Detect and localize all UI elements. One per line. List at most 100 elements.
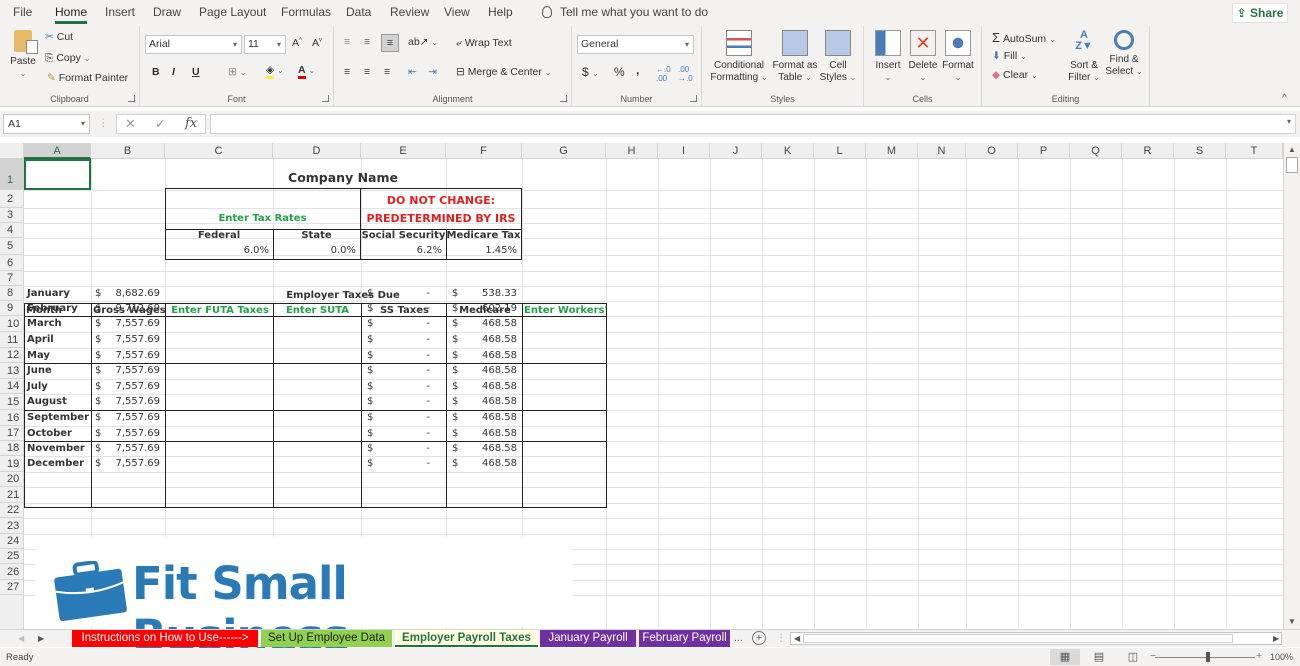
row-header-9[interactable]: 9 xyxy=(0,301,24,316)
ss-taxes-cell[interactable]: - xyxy=(380,287,430,301)
tab-view[interactable]: View xyxy=(444,5,470,19)
currency-symbol[interactable]: $ xyxy=(452,457,462,471)
number-format-select[interactable]: General ▾ xyxy=(577,35,694,54)
italic-button[interactable]: I xyxy=(172,66,175,78)
currency-symbol[interactable]: $ xyxy=(452,333,462,347)
grow-font-button[interactable]: A^ xyxy=(292,37,302,49)
gross-wages-cell[interactable]: 7,557.69 xyxy=(105,364,160,378)
ss-taxes-cell[interactable]: - xyxy=(380,395,430,409)
name-box[interactable]: A1 ▾ xyxy=(3,114,90,134)
column-header-n[interactable]: N xyxy=(918,143,966,159)
row-header-16[interactable]: 16 xyxy=(0,410,24,426)
column-header-b[interactable]: B xyxy=(91,143,165,159)
currency-symbol[interactable]: $ xyxy=(367,395,377,409)
currency-symbol[interactable]: $ xyxy=(367,317,377,331)
sheet-tab-january-payroll[interactable]: January Payroll xyxy=(540,630,636,647)
select-all-corner[interactable] xyxy=(0,143,24,159)
more-sheets-button[interactable]: ... xyxy=(734,632,743,644)
row-header-13[interactable]: 13 xyxy=(0,363,24,379)
currency-symbol[interactable]: $ xyxy=(95,395,105,409)
currency-symbol[interactable]: $ xyxy=(95,380,105,394)
page-layout-view-icon[interactable]: ▤ xyxy=(1084,649,1114,665)
fill-button[interactable]: ⬇ Fill ⌄ xyxy=(992,50,1027,62)
currency-symbol[interactable]: $ xyxy=(95,302,105,316)
horizontal-scroll-thumb[interactable] xyxy=(803,634,1233,643)
row-header-3[interactable]: 3 xyxy=(0,208,24,223)
currency-button[interactable]: $ ⌄ xyxy=(582,65,599,79)
column-header-g[interactable]: G xyxy=(522,143,606,159)
medicare-cell[interactable]: 468.58 xyxy=(462,349,517,363)
row-header-17[interactable]: 17 xyxy=(0,426,24,441)
borders-button[interactable]: ⊞ ⌄ xyxy=(228,66,246,78)
tab-home[interactable]: Home xyxy=(55,5,88,24)
currency-symbol[interactable]: $ xyxy=(367,427,377,441)
currency-symbol[interactable]: $ xyxy=(367,333,377,347)
do-not-change-label[interactable]: DO NOT CHANGE: xyxy=(361,194,521,208)
font-name-select[interactable]: Arial ▾ xyxy=(145,35,242,54)
font-color-button[interactable]: A ⌄ xyxy=(298,64,315,79)
column-header-t[interactable]: T xyxy=(1226,143,1283,159)
currency-symbol[interactable]: $ xyxy=(367,364,377,378)
currency-symbol[interactable]: $ xyxy=(367,302,377,316)
column-header-q[interactable]: Q xyxy=(1070,143,1122,159)
predetermined-label[interactable]: PREDETERMINED BY IRS xyxy=(361,212,521,226)
sheet-tab-february-payroll[interactable]: February Payroll xyxy=(639,630,730,647)
tab-page-layout[interactable]: Page Layout xyxy=(199,5,266,19)
orientation-icon[interactable]: ab↗ ⌄ xyxy=(408,36,438,48)
row-header-7[interactable]: 7 xyxy=(0,271,24,286)
vertical-scroll-thumb[interactable] xyxy=(1286,157,1298,173)
middle-align-icon[interactable]: ≡ xyxy=(364,36,370,48)
currency-symbol[interactable]: $ xyxy=(95,442,105,456)
column-header-p[interactable]: P xyxy=(1018,143,1070,159)
currency-symbol[interactable]: $ xyxy=(367,442,377,456)
column-header-c[interactable]: C xyxy=(165,143,273,159)
tab-file[interactable]: File xyxy=(13,5,32,19)
currency-symbol[interactable]: $ xyxy=(367,349,377,363)
font-launcher[interactable] xyxy=(322,95,329,102)
gross-wages-cell[interactable]: 7,557.69 xyxy=(105,442,160,456)
medicare-cell[interactable]: 468.58 xyxy=(462,395,517,409)
shrink-font-button[interactable]: Av xyxy=(312,37,322,49)
month-cell[interactable]: January xyxy=(27,287,89,301)
number-launcher[interactable] xyxy=(690,95,697,102)
gross-wages-cell[interactable]: 7,557.69 xyxy=(105,317,160,331)
insert-cells-button[interactable]: Insert ⌄ xyxy=(872,30,904,84)
bottom-align-icon[interactable]: ≡ xyxy=(381,34,399,52)
gross-wages-cell[interactable]: 7,557.69 xyxy=(105,427,160,441)
currency-symbol[interactable]: $ xyxy=(367,411,377,425)
sheet-tab-set-up-employee-data[interactable]: Set Up Employee Data xyxy=(261,630,392,647)
conditional-formatting-button[interactable]: Conditional Formatting ⌄ xyxy=(707,30,771,84)
rate-value[interactable]: 0.0% xyxy=(273,244,356,258)
tab-insert[interactable]: Insert xyxy=(105,5,135,19)
tab-review[interactable]: Review xyxy=(390,5,429,19)
row-header-10[interactable]: 10 xyxy=(0,316,24,332)
month-cell[interactable]: October xyxy=(27,427,89,441)
row-header-19[interactable]: 19 xyxy=(0,456,24,472)
alignment-launcher[interactable] xyxy=(560,95,567,102)
row-header-23[interactable]: 23 xyxy=(0,518,24,534)
row-header-12[interactable]: 12 xyxy=(0,348,24,363)
ss-taxes-cell[interactable]: - xyxy=(380,457,430,471)
gross-wages-cell[interactable]: 9,712.69 xyxy=(105,302,160,316)
find-select-button[interactable]: Find & Select ⌄ xyxy=(1104,30,1144,78)
row-header-26[interactable]: 26 xyxy=(0,564,24,580)
column-header-o[interactable]: O xyxy=(966,143,1018,159)
cancel-icon[interactable]: ✕ xyxy=(125,115,136,133)
row-header-11[interactable]: 11 xyxy=(0,332,24,348)
align-center-icon[interactable]: ≡ xyxy=(364,66,370,78)
prev-sheet-icon[interactable]: ◀ xyxy=(18,634,24,643)
medicare-cell[interactable]: 468.58 xyxy=(462,317,517,331)
wrap-text-button[interactable]: ⤶ Wrap Text xyxy=(456,37,512,50)
currency-symbol[interactable]: $ xyxy=(452,411,462,425)
sheet-tab-instructions[interactable]: Instructions on How to Use------> xyxy=(72,630,258,647)
ss-taxes-cell[interactable]: - xyxy=(380,302,430,316)
gross-wages-cell[interactable]: 7,557.69 xyxy=(105,349,160,363)
row-header-18[interactable]: 18 xyxy=(0,441,24,456)
month-cell[interactable]: November xyxy=(27,442,89,456)
column-header-k[interactable]: K xyxy=(762,143,814,159)
row-header-1[interactable]: 1 xyxy=(0,159,24,190)
month-cell[interactable]: March xyxy=(27,317,89,331)
company-name[interactable]: Company Name xyxy=(165,171,521,185)
ss-taxes-cell[interactable]: - xyxy=(380,442,430,456)
currency-symbol[interactable]: $ xyxy=(95,317,105,331)
